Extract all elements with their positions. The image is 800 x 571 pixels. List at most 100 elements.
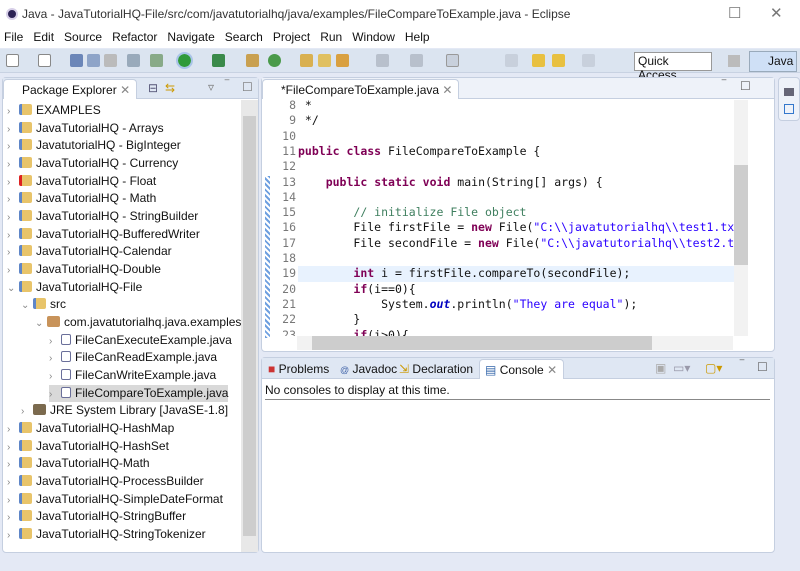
- next-annotation-icon[interactable]: [505, 54, 518, 67]
- last-edit-icon[interactable]: [532, 54, 545, 67]
- chevron-right-icon[interactable]: ›: [7, 492, 19, 509]
- menu-edit[interactable]: Edit: [28, 28, 59, 48]
- tree-item[interactable]: ›JavaTutorialHQ-ProcessBuilder: [7, 473, 204, 490]
- close-icon[interactable]: ✕: [442, 83, 452, 97]
- tab-file-compare-to-example[interactable]: *FileCompareToExample.java ✕: [262, 79, 459, 99]
- close-icon[interactable]: ✕: [120, 83, 130, 97]
- open-perspective-icon[interactable]: [728, 55, 740, 67]
- tab-declaration[interactable]: ⇲ Declaration: [399, 362, 473, 376]
- editor-vscrollbar[interactable]: [734, 100, 748, 336]
- save-icon[interactable]: [70, 54, 83, 67]
- tree-item[interactable]: ›JavaTutorialHQ - Math: [7, 190, 156, 207]
- code-line[interactable]: }: [298, 312, 360, 327]
- new-class-icon[interactable]: [268, 54, 281, 67]
- run-icon[interactable]: [178, 54, 191, 67]
- tree-item[interactable]: ›JavaTutorialHQ-StringTokenizer: [7, 526, 206, 543]
- mark-icon[interactable]: [410, 54, 423, 67]
- chevron-right-icon[interactable]: ›: [7, 456, 19, 473]
- chevron-right-icon[interactable]: ›: [7, 103, 19, 120]
- back-icon[interactable]: [552, 54, 565, 67]
- chevron-right-icon[interactable]: ›: [7, 138, 19, 155]
- tree-item[interactable]: ›JavatutorialHQ - BigInteger: [7, 137, 181, 154]
- minimize-icon[interactable]: ‾: [740, 358, 744, 372]
- annotation-icon[interactable]: [376, 54, 389, 67]
- chevron-right-icon[interactable]: ›: [49, 368, 61, 385]
- editor-hscrollbar[interactable]: [297, 336, 733, 350]
- tree-item[interactable]: ›JRE System Library [JavaSE-1.8]: [21, 402, 228, 419]
- code-line[interactable]: File firstFile = new File("C:\\javatutor…: [298, 220, 734, 235]
- menu-navigate[interactable]: Navigate: [162, 28, 219, 48]
- tree-item[interactable]: ›JavaTutorialHQ-SimpleDateFormat: [7, 491, 223, 508]
- new-icon[interactable]: [6, 54, 19, 67]
- outline-icon[interactable]: [784, 104, 794, 114]
- tree-item[interactable]: ›EXAMPLES: [7, 102, 101, 119]
- tree-item[interactable]: ⌄com.javatutorialhq.java.examples: [35, 314, 241, 331]
- chevron-right-icon[interactable]: ›: [7, 174, 19, 191]
- tree-item[interactable]: ›JavaTutorialHQ - Arrays: [7, 120, 164, 137]
- chevron-right-icon[interactable]: ›: [49, 333, 61, 350]
- menu-window[interactable]: Window: [347, 28, 400, 48]
- quick-access-input[interactable]: Quick Access: [634, 52, 712, 71]
- chevron-right-icon[interactable]: ›: [7, 121, 19, 138]
- menu-run[interactable]: Run: [315, 28, 347, 48]
- chevron-down-icon[interactable]: ⌄: [35, 315, 47, 332]
- menu-source[interactable]: Source: [59, 28, 107, 48]
- menu-refactor[interactable]: Refactor: [107, 28, 162, 48]
- tree-item[interactable]: ›JavaTutorialHQ-Calendar: [7, 243, 172, 260]
- scrollbar-thumb[interactable]: [734, 165, 748, 265]
- chevron-right-icon[interactable]: ›: [7, 156, 19, 173]
- tree-item[interactable]: ›JavaTutorialHQ-HashSet: [7, 438, 169, 455]
- tab-console[interactable]: ▤ Console ✕: [479, 359, 564, 379]
- chevron-right-icon[interactable]: ›: [7, 262, 19, 279]
- open-folder-icon[interactable]: [318, 54, 331, 67]
- open-console-icon[interactable]: ▢▾: [705, 361, 722, 375]
- chevron-right-icon[interactable]: ›: [49, 350, 61, 367]
- code-line[interactable]: *: [298, 100, 312, 113]
- code-line[interactable]: if(i==0){: [298, 282, 416, 297]
- tab-problems[interactable]: ■ Problems: [268, 362, 329, 376]
- code-line[interactable]: System.out.println("They are equal");: [298, 297, 637, 312]
- scrollbar-thumb[interactable]: [243, 116, 256, 536]
- minimize-icon[interactable]: ‾: [225, 78, 229, 92]
- tree-item[interactable]: ›JavaTutorialHQ - StringBuilder: [7, 208, 198, 225]
- maximize-icon[interactable]: ☐: [242, 80, 253, 94]
- maximize-button[interactable]: ☐: [728, 4, 741, 22]
- chevron-right-icon[interactable]: ›: [7, 209, 19, 226]
- search-icon[interactable]: [336, 54, 349, 67]
- code-line[interactable]: int i = firstFile.compareTo(secondFile);: [298, 266, 630, 281]
- code-line[interactable]: public static void main(String[] args) {: [298, 175, 603, 190]
- chevron-right-icon[interactable]: ›: [7, 421, 19, 438]
- chevron-right-icon[interactable]: ›: [49, 386, 61, 403]
- pin-console-icon[interactable]: ▣: [655, 361, 666, 375]
- view-menu-icon[interactable]: ▿: [208, 80, 214, 94]
- tree-item[interactable]: ›FileCompareToExample.java: [49, 385, 228, 402]
- tree-item[interactable]: ›JavaTutorialHQ-StringBuffer: [7, 508, 186, 525]
- chevron-right-icon[interactable]: ›: [7, 439, 19, 456]
- maximize-icon[interactable]: ☐: [757, 360, 768, 374]
- menu-help[interactable]: Help: [400, 28, 435, 48]
- print-icon[interactable]: [104, 54, 117, 67]
- menu-search[interactable]: Search: [220, 28, 268, 48]
- explorer-scrollbar[interactable]: [241, 100, 258, 552]
- chevron-right-icon[interactable]: ›: [7, 244, 19, 261]
- chevron-right-icon[interactable]: ›: [21, 403, 33, 420]
- menu-project[interactable]: Project: [268, 28, 315, 48]
- close-button[interactable]: ✕: [770, 4, 783, 22]
- code-line[interactable]: if(i>0){: [298, 328, 409, 337]
- chevron-down-icon[interactable]: ⌄: [7, 280, 19, 297]
- debug-icon[interactable]: [150, 54, 163, 67]
- chevron-right-icon[interactable]: ›: [7, 527, 19, 544]
- open-type-icon[interactable]: [300, 54, 313, 67]
- tree-item[interactable]: ⌄src: [21, 296, 66, 313]
- toggle-icon[interactable]: [127, 54, 140, 67]
- link-editor-icon[interactable]: ⇆: [165, 81, 175, 95]
- code-line[interactable]: public class FileCompareToExample {: [298, 144, 540, 159]
- tree-item[interactable]: ›JavaTutorialHQ - Float: [7, 173, 156, 190]
- tree-item[interactable]: ›JavaTutorialHQ-Math: [7, 455, 150, 472]
- display-console-icon[interactable]: ▭▾: [673, 361, 690, 375]
- tree-item[interactable]: ›JavaTutorialHQ-Double: [7, 261, 161, 278]
- tree-item[interactable]: ⌄JavaTutorialHQ-File: [7, 279, 142, 296]
- tab-javadoc[interactable]: @ Javadoc: [340, 362, 397, 376]
- scrollbar-thumb[interactable]: [312, 336, 652, 350]
- tree-item[interactable]: ›FileCanReadExample.java: [49, 349, 217, 366]
